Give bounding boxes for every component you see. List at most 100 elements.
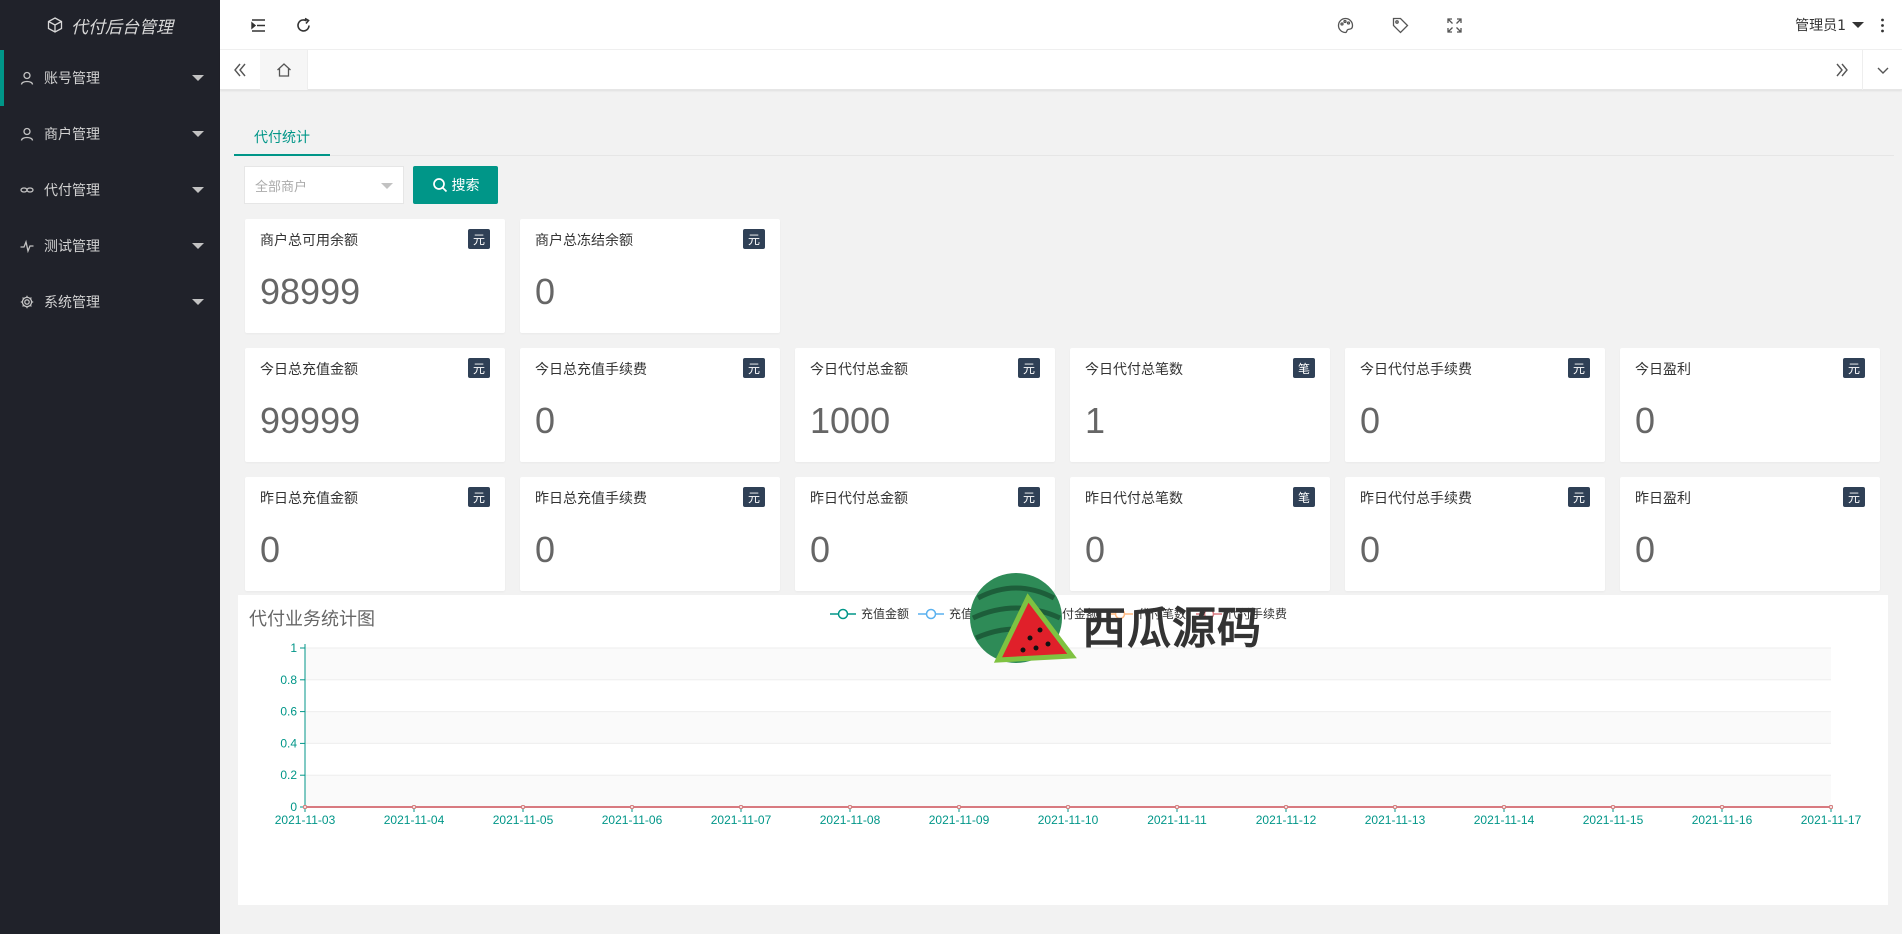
series-point [1611,805,1615,809]
more-vertical-icon [1880,18,1884,32]
y-tick-label: 0 [290,800,297,814]
tag-button[interactable] [1380,0,1420,50]
user-menu[interactable]: 管理员1 [1795,0,1864,50]
series-point [1393,805,1397,809]
tab-home[interactable] [260,50,308,90]
stat-card-title: 昨日总充值手续费 [535,491,647,507]
stat-card-title: 昨日代付总笔数 [1085,491,1183,507]
main-content: 代付统计 全部商户 搜索 商户总可用余额 元 98999 商户总冻结余额 元 0… [220,90,1902,934]
series-point [1175,805,1179,809]
tabs-scroll-right-button[interactable] [1822,50,1862,90]
x-tick-label: 2021-11-10 [1038,813,1099,827]
unit-badge: 元 [743,358,765,378]
palette-icon [1337,17,1353,33]
series-point [1502,805,1506,809]
y-tick-label: 1 [290,641,297,655]
grid-band [305,775,1831,807]
fullscreen-icon [1446,17,1462,33]
stat-card: 今日代付总手续费 元 0 [1345,348,1605,462]
x-tick-label: 2021-11-14 [1474,813,1535,827]
stat-card: 今日盈利 元 0 [1620,348,1880,462]
search-button[interactable]: 搜索 [413,166,498,204]
chevron-down-icon [192,299,204,305]
search-button-label: 搜索 [451,178,480,194]
series-point [957,805,961,809]
link-icon [20,183,34,197]
stat-card-value: 0 [260,529,281,570]
chevron-down-icon [381,183,393,189]
theme-button[interactable] [1325,0,1365,50]
stat-card: 商户总可用余额 元 98999 [245,219,505,333]
stat-card: 昨日代付总手续费 元 0 [1345,477,1605,591]
stat-card: 今日总充值金额 元 99999 [245,348,505,462]
series-point [630,805,634,809]
sidebar-item-merchants[interactable]: 商户管理 [0,106,220,162]
series-point [848,805,852,809]
x-tick-label: 2021-11-11 [1147,813,1207,827]
stat-card-value: 0 [1085,529,1106,570]
unit-badge: 笔 [1293,358,1315,378]
unit-badge: 元 [1018,487,1040,507]
pulse-icon [20,239,34,253]
refresh-button[interactable] [283,0,323,50]
chevron-down-icon [1877,67,1888,74]
double-chevron-left-icon [234,63,246,77]
unit-badge: 元 [468,229,490,249]
chevron-down-icon [192,75,204,81]
unit-badge: 元 [743,229,765,249]
sidebar-item-label: 账号管理 [44,71,100,87]
tabs-scroll-left-button[interactable] [220,50,260,90]
series-point [412,805,416,809]
tag-icon [1392,17,1408,33]
x-tick-label: 2021-11-13 [1365,813,1426,827]
x-tick-label: 2021-11-15 [1583,813,1644,827]
series-point [1066,805,1070,809]
sidebar-item-payouts[interactable]: 代付管理 [0,162,220,218]
stat-card-value: 0 [1635,400,1656,441]
stat-card-value: 0 [1360,529,1381,570]
toggle-sidebar-button[interactable] [238,0,278,50]
series-point [521,805,525,809]
unit-badge: 元 [1568,487,1590,507]
tabs-menu-button[interactable] [1862,50,1902,90]
app-logo: 代付后台管理 [0,0,220,50]
y-tick-label: 0.2 [280,768,297,782]
page-tabs: 代付统计 [234,120,1894,156]
series-point [1720,805,1724,809]
series-point [1829,805,1833,809]
stat-card-value: 99999 [260,400,361,441]
stat-card-title: 昨日代付总手续费 [1360,491,1472,507]
cube-icon [47,17,63,33]
y-tick-label: 0.4 [280,736,297,750]
x-tick-label: 2021-11-09 [929,813,990,827]
sidebar-item-label: 商户管理 [44,127,100,143]
stat-card-title: 今日总充值手续费 [535,362,647,378]
stat-card-value: 1 [1085,400,1106,441]
sidebar-item-system[interactable]: 系统管理 [0,274,220,330]
top-header: 管理员1 [220,0,1902,50]
stat-card-value: 0 [1360,400,1381,441]
chevron-down-icon [192,131,204,137]
merchant-select[interactable]: 全部商户 [244,166,404,204]
stat-card: 昨日总充值手续费 元 0 [520,477,780,591]
y-tick-label: 0.8 [280,673,297,687]
stat-card: 昨日总充值金额 元 0 [245,477,505,591]
stat-card-value: 1000 [810,400,891,441]
chevron-down-icon [192,243,204,249]
tab-payout-stats[interactable]: 代付统计 [234,120,330,156]
app-title: 代付后台管理 [71,17,173,38]
stat-card-title: 今日总充值金额 [260,362,358,378]
chevron-down-icon [192,187,204,193]
unit-badge: 元 [743,487,765,507]
user-icon [20,127,34,141]
series-point [1284,805,1288,809]
stat-card-title: 昨日总充值金额 [260,491,358,507]
stat-card-title: 今日盈利 [1635,362,1691,378]
sidebar-item-tests[interactable]: 测试管理 [0,218,220,274]
double-chevron-right-icon [1836,63,1848,77]
sidebar-item-accounts[interactable]: 账号管理 [0,50,220,106]
x-tick-label: 2021-11-04 [384,813,445,827]
fullscreen-button[interactable] [1434,0,1474,50]
more-button[interactable] [1862,0,1902,50]
stat-card-value: 98999 [260,271,361,312]
